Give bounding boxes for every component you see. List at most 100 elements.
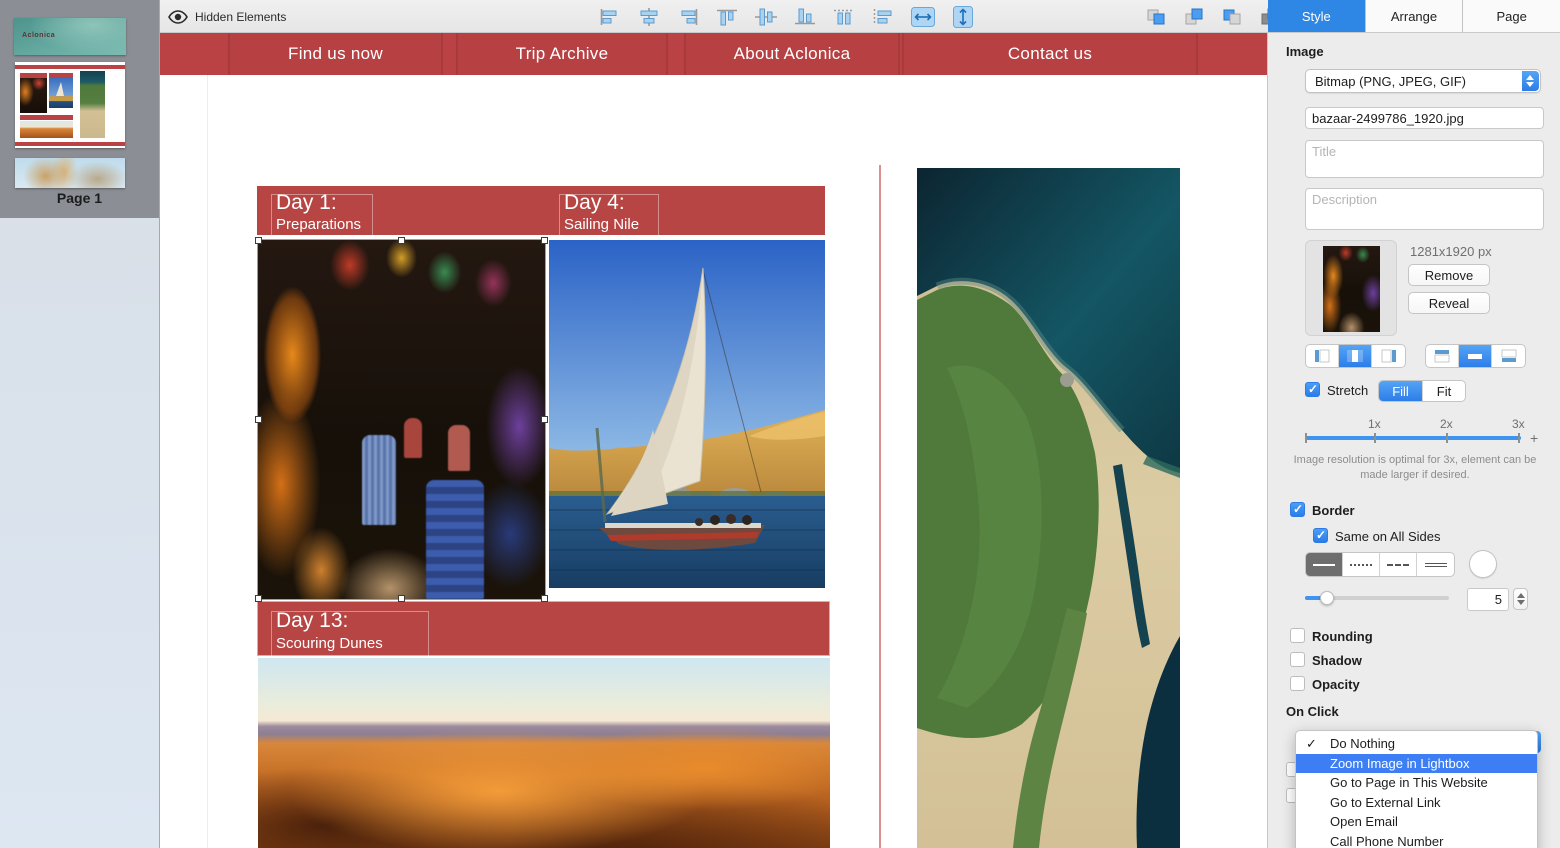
reveal-button[interactable]: Reveal: [1408, 292, 1490, 314]
fill-button[interactable]: Fill: [1379, 381, 1423, 401]
mini-footer: [15, 142, 125, 146]
site-logo-text: Aclonica: [22, 32, 55, 39]
on-click-label: On Click: [1286, 704, 1339, 719]
align-top-icon[interactable]: [715, 7, 739, 27]
menu-item-call-phone-number[interactable]: Call Phone Number: [1296, 832, 1537, 848]
border-width-slider-knob[interactable]: [1320, 591, 1334, 605]
selection-handle[interactable]: [398, 595, 405, 602]
shadow-checkbox[interactable]: [1290, 652, 1305, 667]
satellite-map-image[interactable]: [917, 168, 1180, 848]
tab-style[interactable]: Style: [1268, 0, 1366, 32]
border-style-solid-button[interactable]: [1306, 553, 1343, 576]
menu-item-go-to-external-link[interactable]: Go to External Link: [1296, 793, 1537, 813]
hidden-elements-label: Hidden Elements: [195, 10, 286, 24]
bring-to-front-icon[interactable]: [1183, 7, 1205, 27]
send-backward-icon[interactable]: [1221, 7, 1243, 27]
align-left-icon[interactable]: [598, 7, 622, 27]
border-checkbox[interactable]: [1290, 502, 1305, 517]
menu-item-do-nothing[interactable]: ✓ Do Nothing: [1296, 734, 1537, 754]
align-bottom-icon[interactable]: [793, 7, 817, 27]
tab-arrange[interactable]: Arrange: [1366, 0, 1464, 32]
title-field[interactable]: [1305, 140, 1544, 178]
vertical-alignment-control: [1425, 344, 1526, 368]
menu-item-zoom-image-in-lightbox[interactable]: Zoom Image in Lightbox: [1296, 754, 1537, 774]
equal-height-icon[interactable]: [951, 5, 975, 29]
mini-map-image: [80, 71, 105, 138]
distribute-vertically-icon[interactable]: [871, 7, 895, 27]
design-canvas[interactable]: Find us now Trip Archive About Aclonica …: [160, 33, 1267, 848]
page-thumbnail-mosque-segment[interactable]: [15, 158, 125, 188]
banner-day13-caption: Scouring Dunes: [276, 635, 383, 652]
description-field[interactable]: [1305, 188, 1544, 230]
nav-item-find-us-now[interactable]: Find us now: [228, 33, 443, 75]
align-image-center-button[interactable]: [1339, 345, 1372, 367]
image-type-select[interactable]: Bitmap (PNG, JPEG, GIF): [1305, 69, 1541, 93]
bazaar-image-selected[interactable]: [258, 240, 545, 599]
opacity-label: Opacity: [1312, 677, 1360, 692]
scale-2x-label: 2x: [1440, 417, 1453, 431]
banner-day13[interactable]: Day 13: Scouring Dunes: [257, 601, 830, 656]
border-style-dotted-button[interactable]: [1343, 553, 1380, 576]
tab-page[interactable]: Page: [1463, 0, 1560, 32]
selection-handle[interactable]: [255, 237, 262, 244]
pedestrian-figure: [448, 425, 470, 471]
selection-handle[interactable]: [255, 416, 262, 423]
border-style-control: [1305, 552, 1455, 577]
hidden-elements-toggle[interactable]: Hidden Elements: [168, 0, 286, 33]
mini-sail: [56, 82, 64, 96]
border-width-stepper[interactable]: [1513, 588, 1528, 610]
mini-dunes-image: [20, 121, 73, 138]
image-preview-thumbnail: [1323, 246, 1380, 332]
nav-item-about-aclonica[interactable]: About Aclonica: [684, 33, 900, 75]
distribute-horizontally-icon[interactable]: [832, 7, 856, 27]
horizontal-alignment-control: [1305, 344, 1406, 368]
align-image-top-button[interactable]: [1426, 345, 1459, 367]
bring-forward-icon[interactable]: [1145, 7, 1167, 27]
filename-field[interactable]: [1305, 107, 1544, 129]
border-color-well[interactable]: [1469, 550, 1497, 578]
felucca-image[interactable]: [549, 240, 825, 588]
align-image-right-button[interactable]: [1372, 345, 1405, 367]
pedestrian-figure: [426, 480, 484, 599]
page-thumbnail-header-segment[interactable]: Aclonica: [14, 18, 126, 55]
page-thumbnail-content-segment[interactable]: [15, 62, 125, 148]
selection-handle[interactable]: [541, 237, 548, 244]
page-name-label: Page 1: [0, 190, 159, 206]
banner-day4[interactable]: Day 4: Sailing Nile: [545, 186, 825, 235]
selection-handle[interactable]: [255, 595, 262, 602]
border-style-dashed-button[interactable]: [1380, 553, 1417, 576]
selection-handle[interactable]: [398, 237, 405, 244]
align-center-horizontal-icon[interactable]: [637, 7, 661, 27]
nav-item-trip-archive[interactable]: Trip Archive: [456, 33, 668, 75]
align-image-bottom-button[interactable]: [1492, 345, 1525, 367]
stretch-checkbox[interactable]: [1305, 382, 1320, 397]
felucca-illustration: [549, 240, 825, 588]
scale-3x-label: 3x: [1512, 417, 1525, 431]
opacity-checkbox[interactable]: [1290, 676, 1305, 691]
page-list-item-selected[interactable]: Aclonica Page 1: [0, 0, 159, 218]
pedestrian-figure: [404, 418, 422, 458]
align-right-icon[interactable]: [676, 7, 700, 27]
selection-handle[interactable]: [541, 595, 548, 602]
banner-day1[interactable]: Day 1: Preparations: [257, 186, 545, 235]
fit-button[interactable]: Fit: [1423, 381, 1465, 401]
scale-1x-label: 1x: [1368, 417, 1381, 431]
dunes-image[interactable]: [258, 658, 830, 848]
remove-button[interactable]: Remove: [1408, 264, 1490, 286]
resolution-slider-fill: [1305, 436, 1521, 440]
align-image-left-button[interactable]: [1306, 345, 1339, 367]
border-width-field[interactable]: [1467, 588, 1509, 611]
mini-bazaar-image: [20, 78, 47, 113]
align-image-middle-button[interactable]: [1459, 345, 1492, 367]
menu-item-go-to-page[interactable]: Go to Page in This Website: [1296, 773, 1537, 793]
nav-item-contact-us[interactable]: Contact us: [902, 33, 1198, 75]
rounding-checkbox[interactable]: [1290, 628, 1305, 643]
align-middle-vertical-icon[interactable]: [754, 7, 778, 27]
equal-width-icon[interactable]: [910, 6, 936, 28]
selection-handle[interactable]: [541, 416, 548, 423]
same-all-sides-checkbox[interactable]: [1313, 528, 1328, 543]
menu-item-open-email[interactable]: Open Email: [1296, 812, 1537, 832]
border-style-double-button[interactable]: [1417, 553, 1454, 576]
site-navbar[interactable]: Find us now Trip Archive About Aclonica …: [160, 33, 1267, 75]
slider-tick: [1518, 433, 1520, 443]
